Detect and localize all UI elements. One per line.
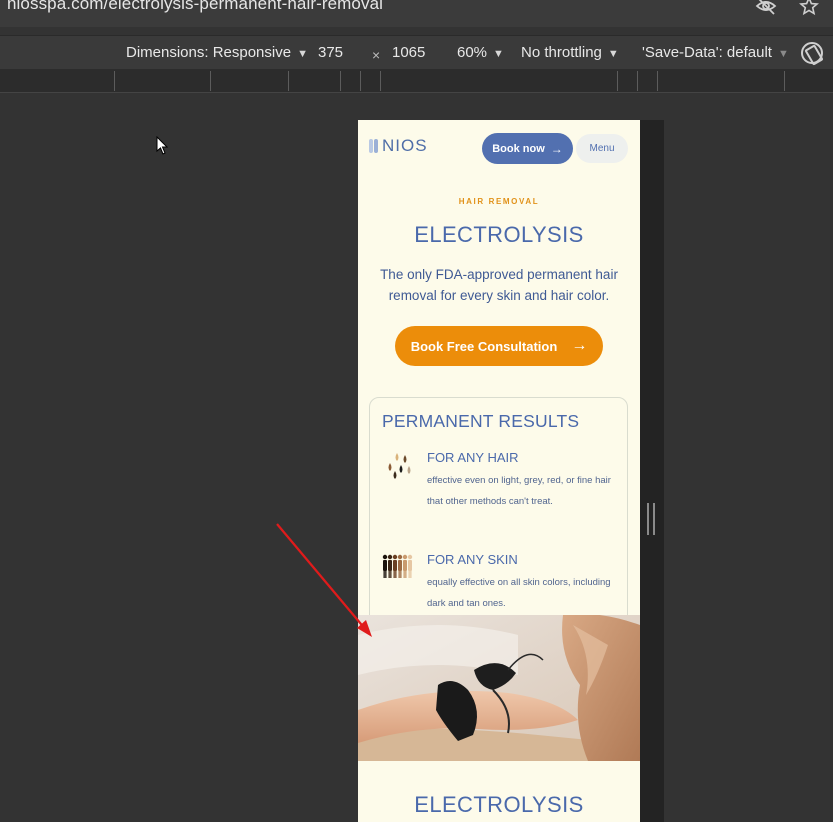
book-consultation-button[interactable]: Book Free Consultation → — [395, 326, 603, 366]
address-bar-icons — [755, 0, 819, 21]
treatment-photo — [358, 615, 640, 761]
dimensions-select[interactable]: Dimensions: Responsive ▼ — [126, 44, 308, 61]
width-input[interactable]: 375 — [318, 44, 343, 61]
throttling-select[interactable]: No throttling ▼ — [521, 44, 619, 61]
rotate-icon[interactable] — [801, 42, 823, 64]
ruler-tick — [657, 71, 658, 91]
feature-title-hair: FOR ANY HAIR — [427, 450, 519, 465]
book-now-button[interactable]: Book now → — [482, 133, 573, 164]
book-consultation-label: Book Free Consultation — [410, 338, 558, 354]
arrow-right-icon: → — [571, 337, 588, 354]
save-data-select[interactable]: 'Save-Data': default ▼ — [642, 44, 789, 61]
ruler-tick — [617, 71, 618, 91]
arrow-right-icon: → — [550, 141, 563, 156]
mouse-cursor-icon — [156, 135, 170, 156]
zoom-select[interactable]: 60% ▼ — [457, 44, 504, 61]
card-title: PERMANENT RESULTS — [382, 411, 580, 431]
ruler-tick — [210, 71, 211, 91]
caret-down-icon: ▼ — [777, 48, 789, 60]
caret-down-icon: ▼ — [607, 48, 619, 60]
save-data-label: 'Save-Data': default — [642, 44, 772, 61]
zoom-label: 60% — [457, 44, 488, 61]
skin-tones-people-icon — [382, 554, 414, 584]
dimensions-label: Dimensions: Responsive — [126, 44, 292, 61]
address-bar[interactable]: niosspa.com/electrolysis-permanent-hair-… — [0, 0, 833, 27]
times-icon: × — [372, 47, 381, 63]
logo-mark-icon — [368, 138, 380, 154]
ruler-tick — [380, 71, 381, 91]
feature-desc-skin: equally effective on all skin colors, in… — [427, 577, 611, 609]
ruler-tick — [360, 71, 361, 91]
resize-handle[interactable] — [647, 503, 655, 535]
ruler-tick — [114, 71, 115, 91]
hair-drops-icon — [383, 451, 415, 481]
section-title: ELECTROLYSIS — [414, 792, 584, 817]
site-logo[interactable]: NIOS — [368, 136, 428, 156]
results-card: PERMANENT RESULTS FOR ANY HAIR effective… — [369, 397, 628, 625]
ruler-tick — [340, 71, 341, 91]
hero-subtitle: The only FDA-approved permanent hair rem… — [380, 267, 618, 303]
feature-title-skin: FOR ANY SKIN — [427, 552, 518, 567]
ruler-tick — [637, 71, 638, 91]
logo-text: NIOS — [382, 136, 428, 155]
star-icon[interactable] — [799, 0, 819, 21]
device-viewport[interactable]: NIOS Book now → Menu HAIR REMOVAL ELECTR… — [358, 120, 640, 822]
hero-eyebrow: HAIR REMOVAL — [458, 197, 540, 206]
url-text[interactable]: niosspa.com/electrolysis-permanent-hair-… — [7, 0, 383, 14]
ruler-tick — [288, 71, 289, 91]
book-now-label: Book now — [492, 142, 545, 155]
throttling-label: No throttling — [521, 44, 602, 61]
feature-desc-hair: effective even on light, grey, red, or f… — [427, 475, 611, 507]
eye-slash-icon[interactable] — [755, 0, 777, 21]
height-input[interactable]: 1065 — [392, 44, 425, 61]
ruler-tick — [784, 71, 785, 91]
caret-down-icon: ▼ — [493, 48, 504, 60]
device-toolbar: Dimensions: Responsive ▼ 375 × 1065 60% ▼ … — [0, 35, 833, 69]
caret-down-icon: ▼ — [297, 48, 308, 60]
menu-button[interactable]: Menu — [576, 134, 628, 163]
hero-title: ELECTROLYSIS — [414, 222, 584, 247]
media-query-ruler[interactable] — [0, 69, 833, 93]
viewport-side-strip — [640, 120, 664, 822]
